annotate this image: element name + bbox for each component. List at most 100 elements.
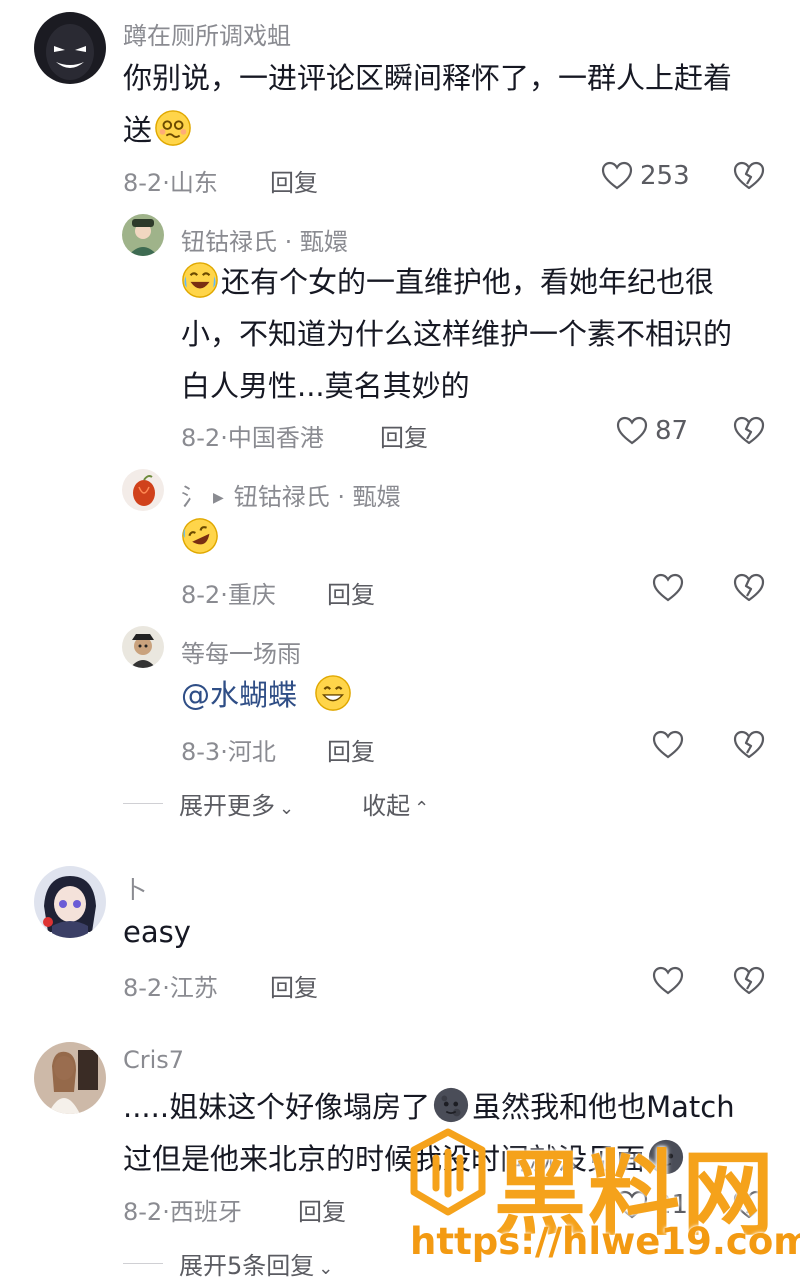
comment-location: 中国香港 — [227, 424, 324, 452]
comment-text-line: 白人男性...莫名其妙的 — [181, 369, 470, 403]
comment-username[interactable]: 钮钴禄氏 · 甄嬛 — [181, 222, 348, 257]
comment-text: 你别说，一进评论区瞬间释怀了，一群人上赶着 送 — [123, 52, 773, 156]
comment-text-line: 你别说，一进评论区瞬间释怀了，一群人上赶着 — [123, 61, 733, 95]
comment-meta: 8-2·西班牙 — [123, 1198, 242, 1226]
broken-heart-icon — [733, 730, 765, 759]
comment-username[interactable]: 卜 — [123, 870, 147, 905]
reply-button[interactable]: 回复 — [298, 1192, 346, 1227]
heart-icon — [652, 573, 684, 602]
dislike-button[interactable] — [732, 159, 766, 193]
heart-icon — [652, 730, 684, 759]
comment-text-fragment: 送 — [123, 113, 153, 147]
comment-location: 重庆 — [227, 581, 276, 609]
comment-text-line: 送 — [123, 104, 773, 156]
comment-text-line: .....姐妹这个好像塌房了 虽然我和他也Match — [123, 1081, 773, 1133]
comment-meta: 8-2·中国香港 — [181, 424, 324, 452]
comment-text: @水蝴蝶 — [181, 669, 354, 721]
comment-text-line: easy — [123, 915, 191, 949]
like-button[interactable] — [651, 728, 685, 762]
heart-icon — [616, 1190, 648, 1219]
comment-text: .....姐妹这个好像塌房了 虽然我和他也Match 过但是他来北京的时候我没时间… — [123, 1081, 773, 1185]
reply-button[interactable]: 回复 — [327, 575, 375, 610]
grinning-face-emoji-icon — [314, 674, 352, 712]
like-button[interactable] — [651, 964, 685, 998]
chevron-down-icon: ⌄ — [279, 798, 295, 819]
heart-icon — [601, 161, 633, 190]
comment-date: 8-2 — [123, 169, 163, 197]
comment-text-line: 小，不知道为什么这样维护一个素不相识的 — [181, 317, 733, 351]
broken-heart-icon — [733, 416, 765, 445]
comment-username[interactable]: 蹲在厕所调戏蛆 — [123, 16, 291, 51]
dislike-button[interactable] — [732, 964, 766, 998]
avatar[interactable] — [34, 866, 106, 938]
watermark-url: https://hlwe19.com — [410, 1220, 800, 1263]
dizzy-face-emoji-icon — [154, 109, 192, 147]
broken-heart-icon — [733, 1190, 765, 1219]
expand-more-label: 展开更多 — [179, 792, 275, 820]
avatar[interactable] — [122, 626, 164, 668]
comment-date: 8-2 — [123, 1198, 163, 1226]
divider — [123, 1263, 163, 1264]
laughing-tears-emoji-icon — [181, 261, 219, 299]
reply-button[interactable]: 回复 — [327, 732, 375, 767]
new-moon-face-emoji-icon — [647, 1138, 685, 1176]
expand-replies-row: 展开5条回复 ⌄ — [123, 1246, 333, 1281]
collapse-button[interactable]: 收起 ⌃ — [362, 786, 429, 821]
broken-heart-icon — [733, 573, 765, 602]
comment-location: 江苏 — [169, 974, 218, 1002]
comment-text-fragment: 虽然我和他也Match — [472, 1090, 735, 1124]
like-button[interactable] — [651, 571, 685, 605]
reply-button[interactable]: 回复 — [380, 418, 428, 453]
new-moon-face-emoji-icon — [432, 1086, 470, 1124]
comment-text: 还有个女的一直维护他，看她年纪也很 小，不知道为什么这样维护一个素不相识的 白人… — [181, 256, 771, 412]
comment-text-fragment: .....姐妹这个好像塌房了 — [123, 1090, 431, 1124]
like-button[interactable]: 87 — [615, 414, 688, 448]
comment-text-line: 过但是他来北京的时候我没时间就没见面 — [123, 1133, 773, 1185]
comment-meta: 8-2·江苏 — [123, 974, 218, 1002]
dislike-button[interactable] — [732, 728, 766, 762]
comment-text-line: 还有个女的一直维护他，看她年纪也很 — [181, 256, 771, 308]
comment-text: easy — [123, 906, 191, 958]
comment-username[interactable]: Cris7 — [123, 1046, 184, 1074]
reply-button[interactable]: 回复 — [270, 163, 318, 198]
collapse-label: 收起 — [362, 792, 411, 820]
dislike-button[interactable] — [732, 414, 766, 448]
avatar[interactable] — [34, 1042, 106, 1114]
chevron-down-icon: ⌄ — [318, 1258, 334, 1279]
like-count: 21 — [655, 1190, 689, 1220]
avatar[interactable] — [122, 214, 164, 256]
dislike-button[interactable] — [732, 571, 766, 605]
expand-replies-button[interactable]: 展开5条回复 ⌄ — [179, 1246, 333, 1281]
avatar[interactable] — [34, 12, 106, 84]
comment-text-fragment: 过但是他来北京的时候我没时间就没见面 — [123, 1142, 646, 1176]
reply-button[interactable]: 回复 — [270, 968, 318, 1003]
broken-heart-icon — [733, 161, 765, 190]
heart-icon — [616, 416, 648, 445]
thread-controls: 展开更多 ⌄ 收起 ⌃ — [123, 786, 429, 821]
like-button[interactable]: 253 — [600, 159, 690, 193]
comment-meta: 8-2·山东 — [123, 169, 218, 197]
comment-text-fragment: 还有个女的一直维护他，看她年纪也很 — [221, 265, 715, 299]
reply-author[interactable]: 氵 — [181, 483, 205, 511]
comment-date: 8-3 — [181, 738, 221, 766]
comment-location: 西班牙 — [169, 1198, 242, 1226]
comment-location: 河北 — [227, 738, 276, 766]
heart-icon — [652, 966, 684, 995]
comment-date: 8-2 — [123, 974, 163, 1002]
like-count: 87 — [655, 416, 689, 446]
broken-heart-icon — [733, 966, 765, 995]
comment-meta: 8-3·河北 — [181, 738, 276, 766]
comment-meta: 8-2·重庆 — [181, 581, 276, 609]
comment-text — [181, 512, 221, 564]
comment-username[interactable]: 氵 ▶ 钮钴禄氏 · 甄嬛 — [181, 477, 401, 512]
dislike-button[interactable] — [732, 1188, 766, 1222]
comment-username[interactable]: 等每一场雨 — [181, 634, 301, 669]
like-count: 253 — [640, 161, 690, 191]
like-button[interactable]: 21 — [615, 1188, 688, 1222]
chevron-up-icon: ⌃ — [414, 798, 430, 819]
comment-date: 8-2 — [181, 581, 221, 609]
expand-more-button[interactable]: 展开更多 ⌄ — [179, 786, 294, 821]
avatar[interactable] — [122, 469, 164, 511]
mention-link[interactable]: @水蝴蝶 — [181, 678, 297, 712]
reply-target[interactable]: 钮钴禄氏 · 甄嬛 — [234, 483, 401, 511]
